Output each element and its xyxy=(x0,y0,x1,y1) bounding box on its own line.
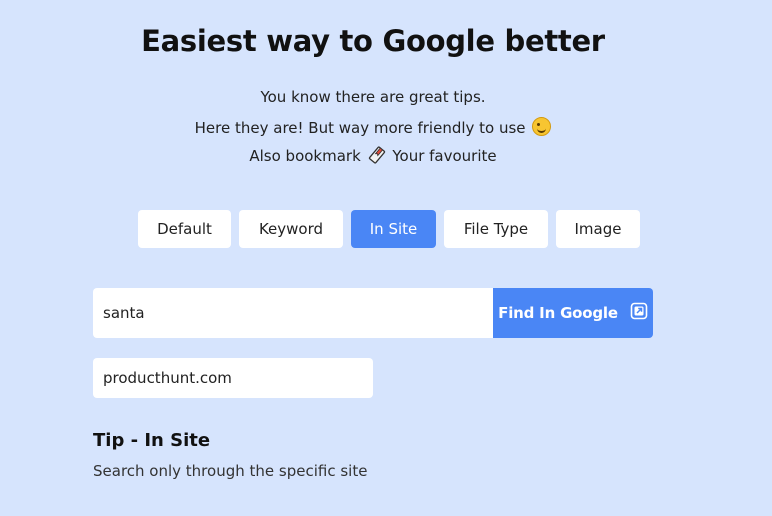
intro-line-2: Here they are! But way more friendly to … xyxy=(0,117,746,137)
winking-face-emoji-icon xyxy=(532,117,552,136)
tab-in-site[interactable]: In Site xyxy=(351,210,436,248)
external-link-icon xyxy=(630,302,648,324)
intro-line-3: Also bookmark Your favourite xyxy=(0,146,746,168)
intro-text-3-prefix: Also bookmark xyxy=(249,147,361,165)
intro-text-2: Here they are! But way more friendly to … xyxy=(194,119,526,137)
tab-default[interactable]: Default xyxy=(138,210,231,248)
intro-line-1: You know there are great tips. xyxy=(0,88,746,106)
search-input[interactable] xyxy=(93,288,493,338)
search-mode-tabs: Default Keyword In Site File Type Image xyxy=(0,210,772,248)
tip-title: Tip - In Site xyxy=(93,430,211,451)
tab-image[interactable]: Image xyxy=(556,210,640,248)
intro-text-1: You know there are great tips. xyxy=(260,88,486,106)
tab-file-type[interactable]: File Type xyxy=(444,210,548,248)
bookmark-icon xyxy=(368,146,386,168)
find-in-google-label: Find In Google xyxy=(498,304,618,322)
site-domain-input[interactable] xyxy=(93,358,373,398)
page-title: Easiest way to Google better xyxy=(141,24,605,58)
intro-text-3-suffix: Your favourite xyxy=(392,147,497,165)
find-in-google-button[interactable]: Find In Google xyxy=(493,288,653,338)
tab-keyword[interactable]: Keyword xyxy=(239,210,343,248)
tip-description: Search only through the specific site xyxy=(93,462,368,480)
